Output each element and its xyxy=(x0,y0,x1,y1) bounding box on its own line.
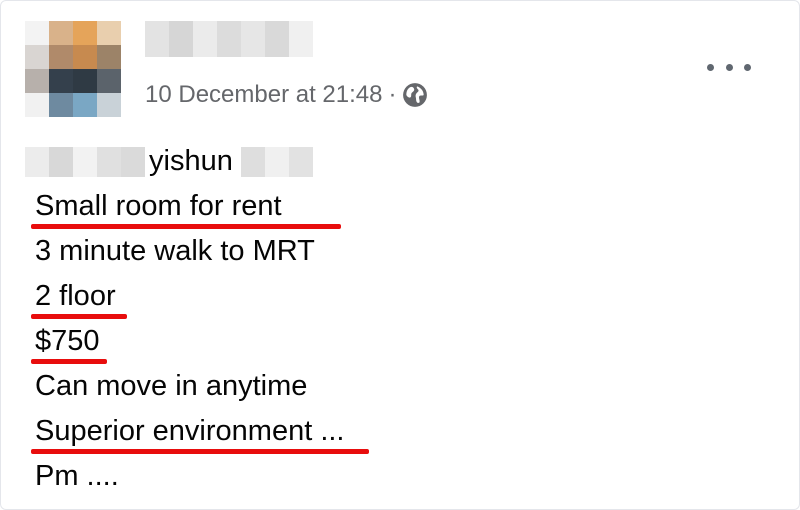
post-line-text: 3 minute walk to MRT xyxy=(35,235,315,267)
avatar[interactable] xyxy=(25,21,121,117)
post-body: yishun Small room for rent 3 minute walk… xyxy=(25,139,369,499)
post-meta: 10 December at 21:48 · xyxy=(145,79,428,111)
post-line: 2 floor xyxy=(31,274,344,319)
post-line-text: $750 xyxy=(35,325,100,357)
globe-icon[interactable] xyxy=(402,82,428,108)
post-line-text: Superior environment ... xyxy=(35,415,345,447)
post-line-text: 2 floor xyxy=(35,280,116,312)
post-line: Small room for rent xyxy=(31,184,344,229)
post-line: Can move in anytime xyxy=(35,364,344,409)
post-line-text: Can move in anytime xyxy=(35,370,308,402)
post-line: Superior environment ... xyxy=(31,409,369,454)
post-line-text: Pm .... xyxy=(35,460,119,492)
redacted-text xyxy=(25,146,145,177)
facebook-post: 10 December at 21:48 · yishun Small room… xyxy=(0,0,800,510)
post-line: Pm .... xyxy=(35,454,344,499)
author-name-redacted[interactable] xyxy=(145,21,313,57)
more-horizontal-icon-dot xyxy=(707,63,714,71)
post-line: $750 xyxy=(31,319,344,364)
post-line: 3 minute walk to MRT xyxy=(35,229,344,274)
more-horizontal-icon-dot xyxy=(744,63,751,71)
more-horizontal-icon-dot xyxy=(725,63,733,71)
meta-separator: · xyxy=(388,81,397,108)
post-line-text: Small room for rent xyxy=(35,190,282,222)
post-line-text: yishun xyxy=(149,145,233,177)
post-timestamp[interactable]: 10 December at 21:48 xyxy=(145,79,382,111)
redacted-text xyxy=(240,146,313,177)
post-line-location: yishun xyxy=(25,139,344,184)
more-options-button[interactable] xyxy=(707,49,751,85)
